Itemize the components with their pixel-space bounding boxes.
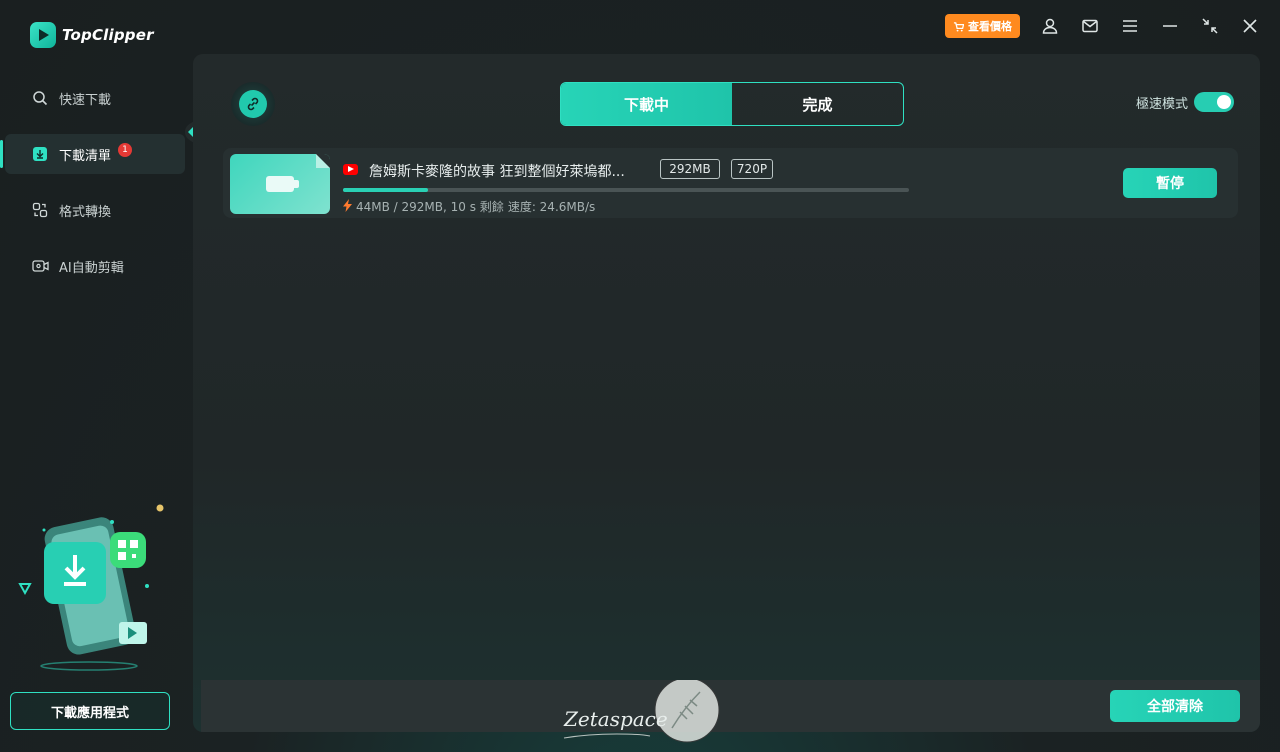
sidebar-item-ai-edit[interactable]: AI自動剪輯 (5, 246, 185, 286)
main-panel: 下載中 完成 極速模式 詹姆斯卡麥隆的故事 狂到整個好萊塢都... 292MB … (193, 54, 1260, 732)
notification-badge: 1 (118, 143, 132, 157)
title-bar-controls: 查看價格 (945, 14, 1260, 38)
download-app-button[interactable]: 下載應用程式 (10, 692, 170, 730)
sidebar-item-label: 下載清單 (59, 148, 112, 164)
pause-button[interactable]: 暫停 (1123, 168, 1217, 198)
close-icon[interactable] (1240, 16, 1260, 36)
menu-icon[interactable] (1120, 16, 1140, 36)
tab-completed[interactable]: 完成 (732, 83, 903, 125)
speed-mode: 極速模式 (1136, 92, 1234, 112)
download-progress-fill (343, 188, 428, 192)
resolution-tag: 720P (731, 159, 773, 179)
view-price-label: 查看價格 (968, 20, 1012, 33)
link-icon (239, 90, 267, 118)
video-file-icon (266, 176, 299, 192)
minimize-icon[interactable] (1160, 16, 1180, 36)
download-speed-text: 速度: 24.6MB/s (507, 200, 596, 214)
lightning-icon (343, 198, 352, 215)
sidebar-item-download-list[interactable]: 下載清單 1 (0, 134, 185, 174)
tab-downloading[interactable]: 下載中 (561, 83, 732, 125)
user-icon[interactable] (1040, 16, 1060, 36)
download-tabs: 下載中 完成 (560, 82, 904, 126)
logo-icon (30, 22, 56, 48)
video-thumbnail (230, 154, 330, 214)
app-logo: TopClipper (30, 22, 154, 48)
sidebar-nav: 快速下載 下載清單 1 格式轉換 AI自動剪輯 (0, 78, 185, 302)
mail-icon[interactable] (1080, 16, 1100, 36)
view-price-button[interactable]: 查看價格 (945, 14, 1020, 38)
paste-link-button[interactable] (231, 82, 275, 126)
watermark: Zetaspace (563, 680, 720, 743)
phone-download-illustration (18, 504, 164, 671)
download-progress-text: 44MB / 292MB, 10 s 剩餘 (356, 200, 504, 214)
sidebar-item-label: AI自動剪輯 (59, 260, 124, 276)
file-fold (316, 154, 330, 168)
video-title: 詹姆斯卡麥隆的故事 狂到整個好萊塢都... (369, 164, 625, 180)
sidebar-item-label: 快速下載 (59, 92, 112, 108)
clear-all-button[interactable]: 全部清除 (1110, 690, 1240, 722)
sidebar-item-quick-download[interactable]: 快速下載 (5, 78, 185, 118)
bottom-bar: 全部清除 (201, 680, 1260, 732)
watermark-text: Zetaspace (563, 707, 668, 731)
download-stats: 44MB / 292MB, 10 s 剩餘 速度: 24.6MB/s (343, 198, 595, 215)
speed-mode-toggle[interactable] (1194, 92, 1234, 112)
app-window: TopClipper 查看價格 快速下載 下載清單 1 格式轉換 AI自動剪輯 … (0, 0, 1280, 752)
convert-icon (31, 201, 49, 219)
speed-mode-label: 極速模式 (1135, 96, 1188, 112)
download-progress-bar (343, 188, 909, 192)
cart-icon (953, 21, 964, 32)
sidebar-item-format-convert[interactable]: 格式轉換 (5, 190, 185, 230)
download-icon (31, 145, 49, 163)
download-row: 詹姆斯卡麥隆的故事 狂到整個好萊塢都... 292MB 720P 44MB / … (223, 148, 1238, 218)
sidebar-item-label: 格式轉換 (59, 204, 112, 220)
restore-icon[interactable] (1200, 16, 1220, 36)
youtube-icon (343, 164, 358, 175)
app-name: TopClipper (62, 26, 154, 44)
search-icon (31, 89, 49, 107)
size-tag: 292MB (660, 159, 720, 179)
ai-cut-icon (31, 257, 49, 275)
